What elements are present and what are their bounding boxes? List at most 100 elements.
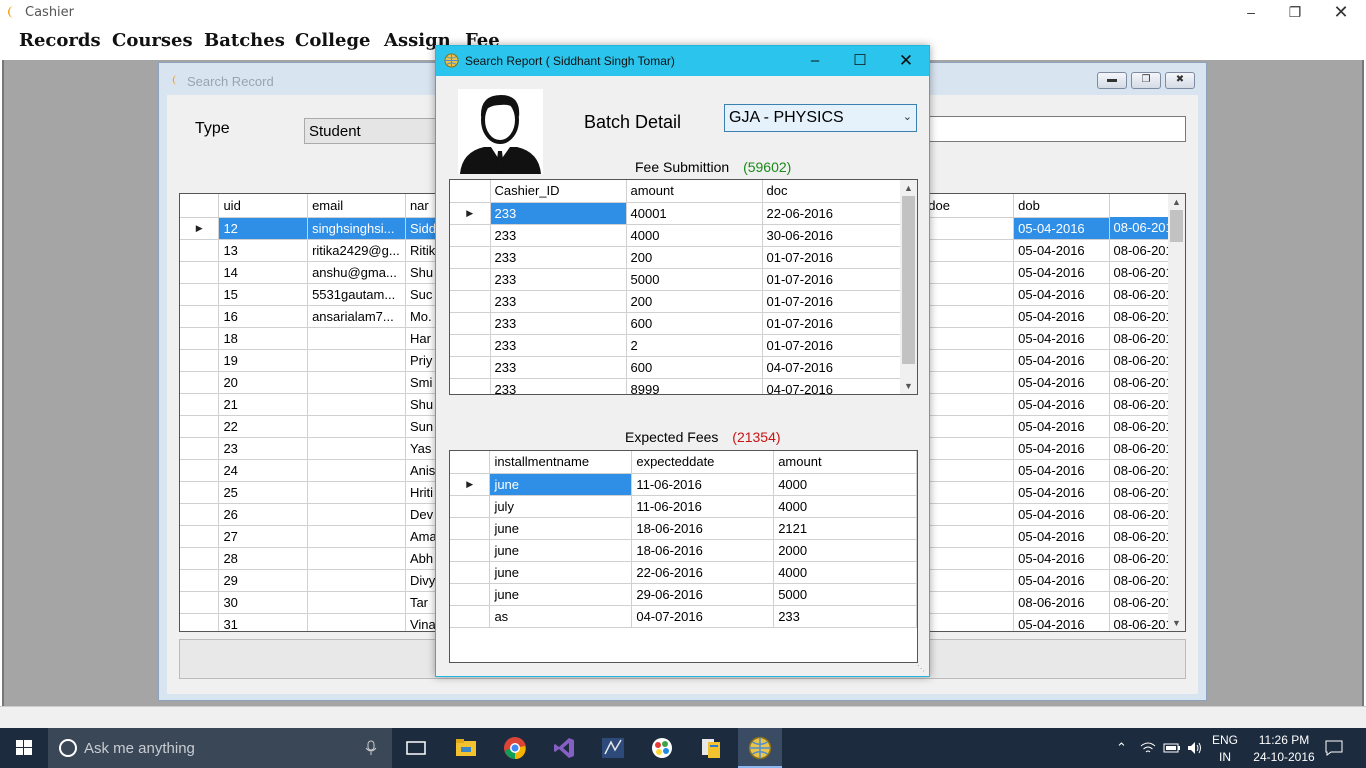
cell-expecteddate[interactable]: 11-06-2016 (631, 495, 775, 518)
taskbar-search[interactable]: Ask me anything (48, 728, 392, 768)
visual-studio-icon[interactable] (552, 736, 576, 760)
cell-uid[interactable]: 19 (218, 349, 309, 372)
row-header[interactable] (450, 356, 491, 379)
row-header[interactable] (450, 517, 491, 540)
cell-uid[interactable]: 29 (218, 569, 309, 592)
cell-uid[interactable]: 16 (218, 305, 309, 328)
cell-email[interactable] (307, 613, 406, 631)
table-row[interactable]: june 18-06-2016 2000 (450, 539, 917, 562)
cell-uid[interactable]: 26 (218, 503, 309, 526)
office-docs-icon[interactable] (699, 736, 723, 760)
file-explorer-icon[interactable] (454, 736, 478, 760)
row-header[interactable] (450, 605, 491, 628)
cell-cashier-id[interactable]: 233 (490, 246, 627, 269)
current-row-arrow-icon[interactable]: ▶ (450, 202, 491, 225)
cell-email[interactable] (307, 371, 406, 394)
cell-doe[interactable]: 05-04-2016 (1013, 459, 1110, 482)
cell-cashier-id[interactable]: 233 (490, 378, 627, 394)
type-select[interactable]: Student (304, 118, 444, 144)
table-row[interactable]: 233 8999 04-07-2016 (450, 378, 902, 394)
cell-email[interactable] (307, 393, 406, 416)
cell-amount[interactable]: 4000 (773, 473, 917, 496)
mdi-close-button[interactable]: ✖ (1165, 72, 1195, 89)
column-header-amount[interactable]: amount (773, 451, 917, 474)
cell-uid[interactable]: 18 (218, 327, 309, 350)
cell-amount[interactable]: 5000 (626, 268, 763, 291)
cell-doe[interactable]: 05-04-2016 (1013, 261, 1110, 284)
cell-expecteddate[interactable]: 18-06-2016 (631, 517, 775, 540)
cell-installmentname[interactable]: july (489, 495, 633, 518)
row-header[interactable] (180, 525, 220, 548)
scroll-thumb[interactable] (1170, 210, 1183, 242)
column-header-amount[interactable]: amount (626, 180, 763, 203)
row-header[interactable] (180, 349, 220, 372)
row-header[interactable] (180, 437, 220, 460)
mdi-minimize-button[interactable]: ▬ (1097, 72, 1127, 89)
row-header[interactable] (180, 261, 220, 284)
row-header[interactable] (180, 283, 220, 306)
cell-cashier-id[interactable]: 233 (490, 224, 627, 247)
row-header[interactable] (450, 495, 491, 518)
cell-installmentname[interactable]: june (489, 583, 633, 606)
row-header[interactable] (450, 224, 491, 247)
volume-icon[interactable] (1187, 741, 1203, 755)
cell-expecteddate[interactable]: 22-06-2016 (631, 561, 775, 584)
row-header[interactable] (450, 268, 491, 291)
windows-start-icon[interactable] (0, 728, 48, 768)
menu-batches[interactable]: Batches (204, 30, 285, 51)
table-row[interactable]: 233 200 01-07-2016 (450, 290, 902, 313)
column-header-dob[interactable]: dob (1013, 194, 1110, 218)
cell-email[interactable] (307, 591, 406, 614)
table-row[interactable]: 233 2 01-07-2016 (450, 334, 902, 357)
microphone-icon[interactable] (364, 740, 378, 756)
cell-uid[interactable]: 15 (218, 283, 309, 306)
cell-email[interactable]: ansarialam7... (307, 305, 406, 328)
cell-doe[interactable]: 05-04-2016 (1013, 481, 1110, 504)
cell-installmentname[interactable]: june (489, 473, 633, 496)
cell-amount[interactable]: 4000 (626, 224, 763, 247)
cell-uid[interactable]: 28 (218, 547, 309, 570)
cell-email[interactable]: ritika2429@g... (307, 239, 406, 262)
cell-doc[interactable]: 01-07-2016 (762, 246, 902, 269)
row-header[interactable] (180, 371, 220, 394)
row-header[interactable] (180, 503, 220, 526)
fee-submission-grid[interactable]: Cashier_ID amount doc ▶ 233 40001 22-06-201… (449, 179, 918, 395)
cell-uid[interactable]: 20 (218, 371, 309, 394)
chrome-icon[interactable] (503, 736, 527, 760)
cell-doc[interactable]: 01-07-2016 (762, 290, 902, 313)
table-row[interactable]: 233 200 01-07-2016 (450, 246, 902, 269)
restore-button[interactable]: ❐ (1272, 0, 1318, 26)
cell-email[interactable] (307, 349, 406, 372)
table-row[interactable]: june 29-06-2016 5000 (450, 583, 917, 606)
cell-cashier-id[interactable]: 233 (490, 334, 627, 357)
cell-uid[interactable]: 31 (218, 613, 309, 631)
scroll-up-arrow-icon[interactable]: ▲ (1168, 194, 1185, 210)
cell-amount[interactable]: 2121 (773, 517, 917, 540)
cell-email[interactable] (307, 547, 406, 570)
row-header[interactable] (450, 583, 491, 606)
table-row[interactable]: june 18-06-2016 2121 (450, 517, 917, 540)
column-header-installmentname[interactable]: installmentname (489, 451, 633, 474)
row-header[interactable] (180, 613, 220, 631)
cell-uid[interactable]: 21 (218, 393, 309, 416)
row-header[interactable] (180, 239, 220, 262)
cell-uid[interactable]: 24 (218, 459, 309, 482)
cell-email[interactable] (307, 459, 406, 482)
current-row-arrow-icon[interactable]: ▶ (180, 217, 220, 240)
column-header-cashier-id[interactable]: Cashier_ID (490, 180, 627, 203)
cell-doe[interactable]: 05-04-2016 (1013, 437, 1110, 460)
row-header[interactable] (180, 569, 220, 592)
cell-email[interactable] (307, 569, 406, 592)
row-header[interactable] (180, 415, 220, 438)
cell-expecteddate[interactable]: 29-06-2016 (631, 583, 775, 606)
cell-email[interactable]: 5531gautam... (307, 283, 406, 306)
table-row[interactable]: 233 600 01-07-2016 (450, 312, 902, 335)
row-header[interactable] (450, 334, 491, 357)
table-row[interactable]: ▶ june 11-06-2016 4000 (450, 473, 917, 496)
cell-doe[interactable]: 05-04-2016 (1013, 525, 1110, 548)
cell-amount[interactable]: 5000 (773, 583, 917, 606)
row-header[interactable] (180, 459, 220, 482)
cell-uid[interactable]: 13 (218, 239, 309, 262)
cell-doe[interactable]: 05-04-2016 (1013, 349, 1110, 372)
table-row[interactable]: as 04-07-2016 233 (450, 605, 917, 628)
